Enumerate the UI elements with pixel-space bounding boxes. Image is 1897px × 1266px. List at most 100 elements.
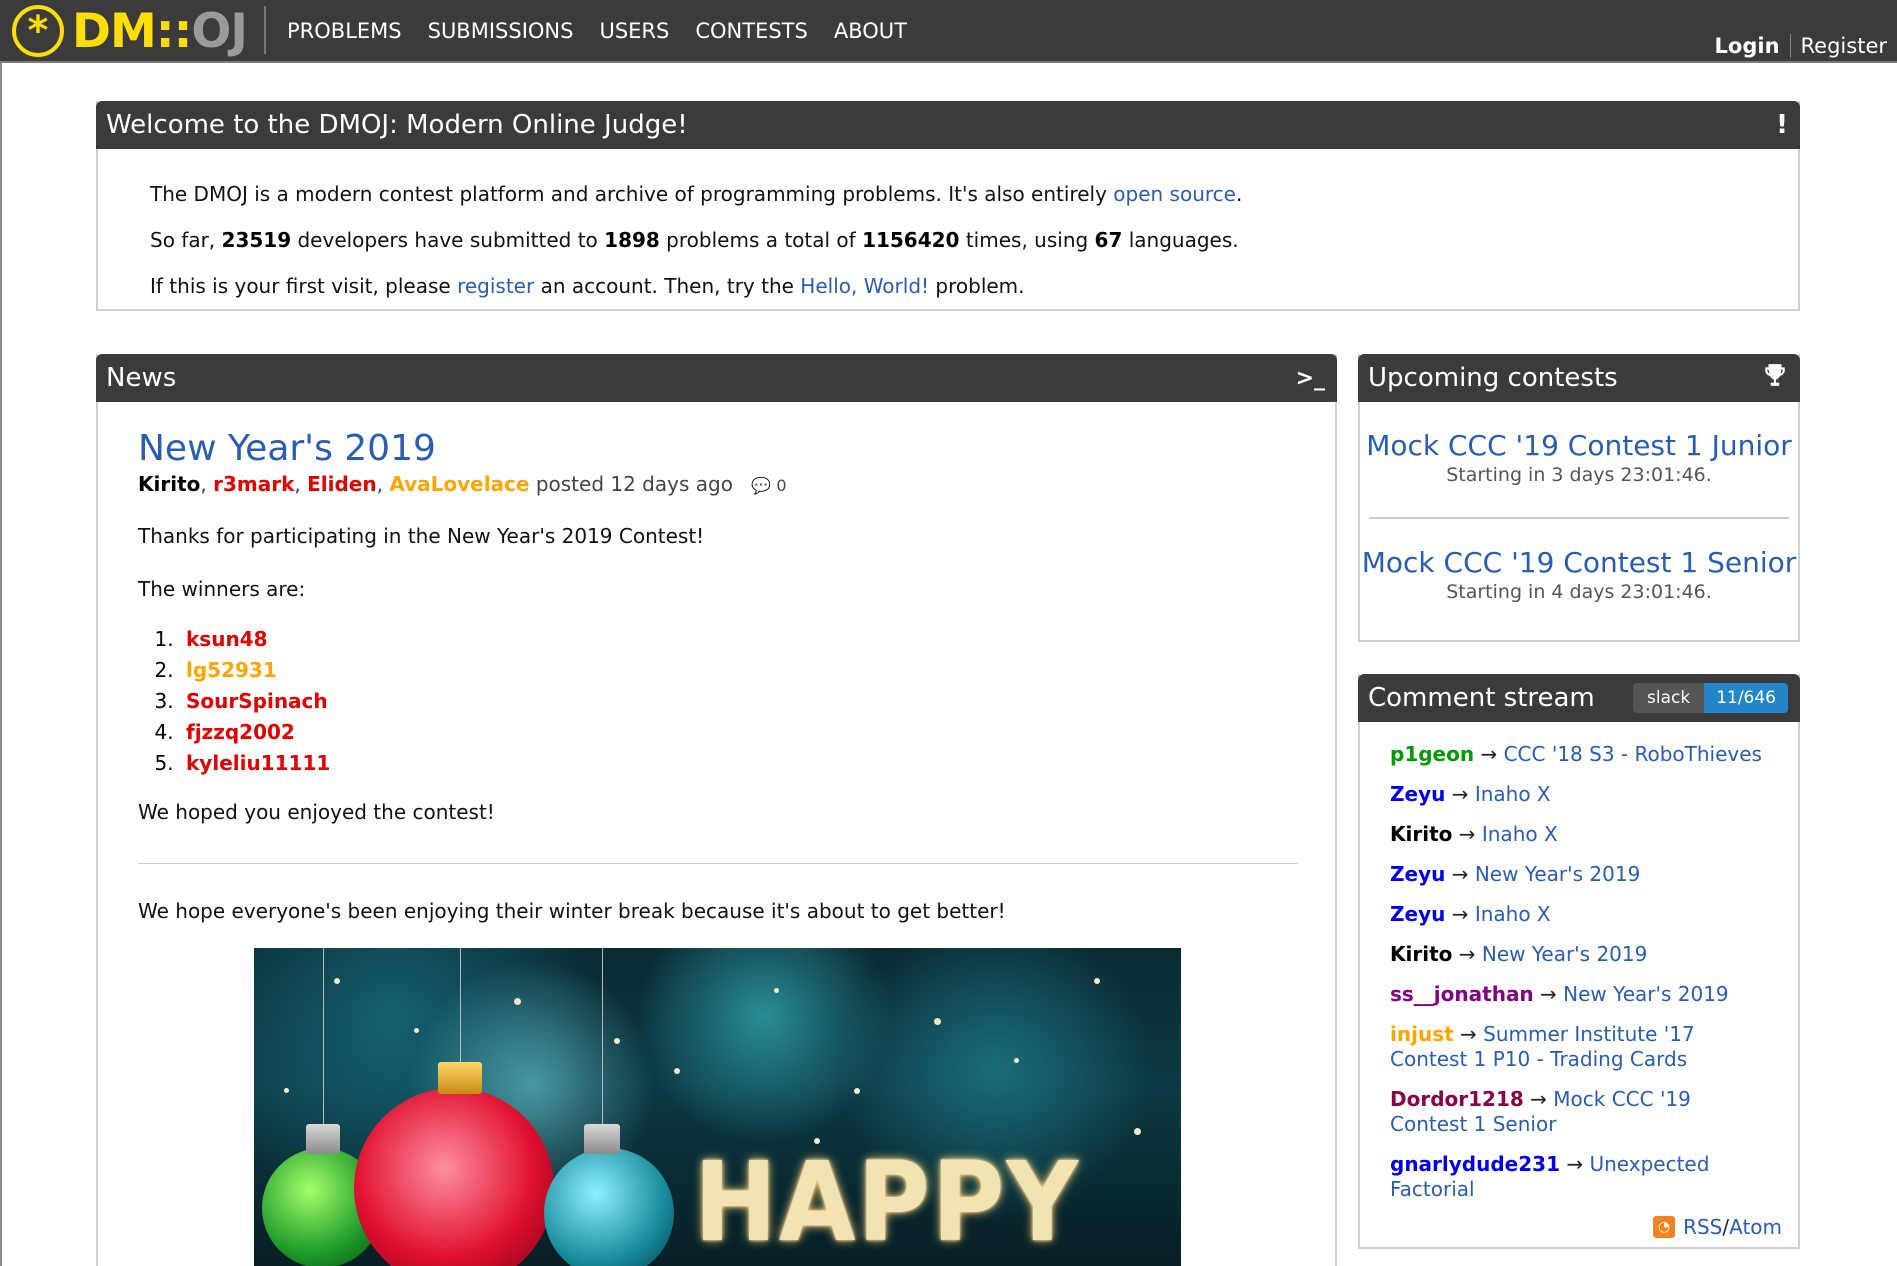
comment-user-link[interactable]: Kirito <box>1390 942 1452 966</box>
welcome-line-first-visit: If this is your first visit, please regi… <box>150 263 1746 309</box>
ornament-string <box>460 948 461 1062</box>
post-paragraph: We hope everyone's been enjoying their w… <box>138 899 1006 923</box>
nav-contests[interactable]: CONTESTS <box>682 19 821 43</box>
welcome-line-intro: The DMOJ is a modern contest platform an… <box>150 171 1746 217</box>
comment-user-link[interactable]: injust <box>1390 1022 1454 1046</box>
news-body: New Year's 2019 Kirito, r3mark, Eliden, … <box>98 428 1335 1266</box>
contest-link[interactable]: Mock CCC '19 Contest 1 Junior <box>1360 430 1798 462</box>
page-edge-line <box>0 63 2 1266</box>
rss-link[interactable]: RSS <box>1683 1215 1722 1239</box>
comment-user-link[interactable]: gnarlydude231 <box>1390 1152 1560 1176</box>
slack-label: slack <box>1632 683 1705 713</box>
comment-target-link[interactable]: Inaho X <box>1482 822 1558 846</box>
winner-user-link[interactable]: kyleliu11111 <box>186 751 330 775</box>
nav-about[interactable]: ABOUT <box>821 19 920 43</box>
nav-users[interactable]: USERS <box>586 19 682 43</box>
post-author-link[interactable]: Kirito <box>138 472 200 496</box>
comment-target-link[interactable]: New Year's 2019 <box>1482 942 1648 966</box>
nav-divider <box>264 6 266 54</box>
news-title: News <box>106 363 177 393</box>
arrow-icon: → <box>1474 742 1504 766</box>
contest-countdown: Starting in 4 days 23:01:46. <box>1446 581 1712 603</box>
contest-item: Mock CCC '19 Contest 1 Senior Starting i… <box>1360 519 1798 604</box>
ornament-cap <box>306 1124 340 1154</box>
post-paragraph: Thanks for participating in the New Year… <box>138 524 705 548</box>
register-inline-link[interactable]: register <box>457 274 534 298</box>
open-source-link[interactable]: open source <box>1113 182 1236 206</box>
post-author-link[interactable]: AvaLovelace <box>389 472 529 496</box>
post-paragraph: We hoped you enjoyed the contest! <box>138 800 495 824</box>
comment-user-link[interactable]: Kirito <box>1390 822 1452 846</box>
red-ornament <box>354 1088 554 1266</box>
stats-text-b: developers have submitted to <box>291 228 605 252</box>
comment-user-link[interactable]: Zeyu <box>1390 862 1445 886</box>
user-links: Login Register <box>1715 34 1887 58</box>
snowflake <box>1014 1058 1019 1063</box>
welcome-body: The DMOJ is a modern contest platform an… <box>98 149 1798 331</box>
trophy-icon <box>1762 362 1788 395</box>
winner-user-link[interactable]: SourSpinach <box>186 689 328 713</box>
welcome-header: Welcome to the DMOJ: Modern Online Judge… <box>96 101 1800 149</box>
comment-user-link[interactable]: Zeyu <box>1390 902 1445 926</box>
comment-target-link[interactable]: New Year's 2019 <box>1475 862 1641 886</box>
arrow-icon: → <box>1533 982 1564 1006</box>
comment-row: gnarlydude231 → Unexpected Factorial <box>1390 1152 1774 1202</box>
stat-developers: 23519 <box>221 228 292 252</box>
snowflake <box>334 978 340 984</box>
author-separator: , <box>200 472 214 496</box>
post-author-link[interactable]: r3mark <box>213 472 294 496</box>
comment-target-link[interactable]: New Year's 2019 <box>1563 982 1729 1006</box>
news-box: News >_ New Year's 2019 Kirito, r3mark, … <box>96 354 1337 1266</box>
comment-user-link[interactable]: p1geon <box>1390 742 1474 766</box>
comment-target-link[interactable]: Inaho X <box>1475 782 1551 806</box>
slack-badge[interactable]: slack 11/646 <box>1632 683 1788 713</box>
nav-submissions[interactable]: SUBMISSIONS <box>415 19 587 43</box>
comment-user-link[interactable]: Zeyu <box>1390 782 1445 806</box>
ornament-string <box>602 948 603 1124</box>
logo-text: DM::OJ <box>72 8 248 55</box>
atom-link[interactable]: Atom <box>1729 1215 1782 1239</box>
author-separator: , <box>294 472 308 496</box>
welcome-title: Welcome to the DMOJ: Modern Online Judge… <box>106 110 688 140</box>
nav-problems[interactable]: PROBLEMS <box>274 19 415 43</box>
ornament-cap <box>584 1124 620 1154</box>
comment-user-link[interactable]: ss__jonathan <box>1390 982 1534 1006</box>
comment-row: Dordor1218 → Mock CCC '19 Contest 1 Seni… <box>1390 1087 1774 1137</box>
post-author-link[interactable]: Eliden <box>307 472 377 496</box>
hello-world-link[interactable]: Hello, World! <box>800 274 929 298</box>
contest-link[interactable]: Mock CCC '19 Contest 1 Senior <box>1360 547 1798 579</box>
logo-dm: DM <box>72 3 157 59</box>
snowflake <box>674 1068 680 1074</box>
comment-target-link[interactable]: CCC '18 S3 - RoboThieves <box>1504 742 1762 766</box>
post-date: posted 12 days ago <box>529 472 733 496</box>
comment-user-link[interactable]: Dordor1218 <box>1390 1087 1524 1111</box>
stats-text-e: languages. <box>1122 228 1239 252</box>
comment-row: Kirito → Inaho X <box>1390 822 1774 847</box>
arrow-icon: → <box>1445 862 1475 886</box>
stat-submissions: 1156420 <box>862 228 960 252</box>
winner-item: ksun48 <box>180 624 1295 655</box>
post-title-link[interactable]: New Year's 2019 <box>138 428 1295 470</box>
arrow-icon: → <box>1560 1152 1590 1176</box>
arrow-icon: → <box>1452 942 1482 966</box>
post-comment-count[interactable]: 💬 0 <box>751 476 786 495</box>
contest-item: Mock CCC '19 Contest 1 Junior Starting i… <box>1360 402 1798 487</box>
comment-row: Zeyu → New Year's 2019 <box>1390 862 1774 887</box>
winner-user-link[interactable]: fjzzq2002 <box>186 720 295 744</box>
exclamation-icon: ! <box>1776 110 1788 140</box>
site-logo[interactable]: * DM::OJ <box>12 5 248 57</box>
arrow-icon: → <box>1445 902 1475 926</box>
winner-user-link[interactable]: lg52931 <box>186 658 277 682</box>
winner-user-link[interactable]: ksun48 <box>186 627 268 651</box>
comment-row: Zeyu → Inaho X <box>1390 782 1774 807</box>
ornament-string <box>323 948 324 1124</box>
comment-row: p1geon → CCC '18 S3 - RoboThieves <box>1390 742 1774 767</box>
snowflake <box>414 1028 419 1033</box>
first-visit-text-c: problem. <box>929 274 1025 298</box>
ornament-cap <box>438 1062 482 1094</box>
comment-target-link[interactable]: Inaho X <box>1475 902 1551 926</box>
snowflake <box>1134 1128 1141 1135</box>
register-link[interactable]: Register <box>1801 34 1887 58</box>
contest-countdown: Starting in 3 days 23:01:46. <box>1446 464 1712 486</box>
login-link[interactable]: Login <box>1715 34 1780 58</box>
